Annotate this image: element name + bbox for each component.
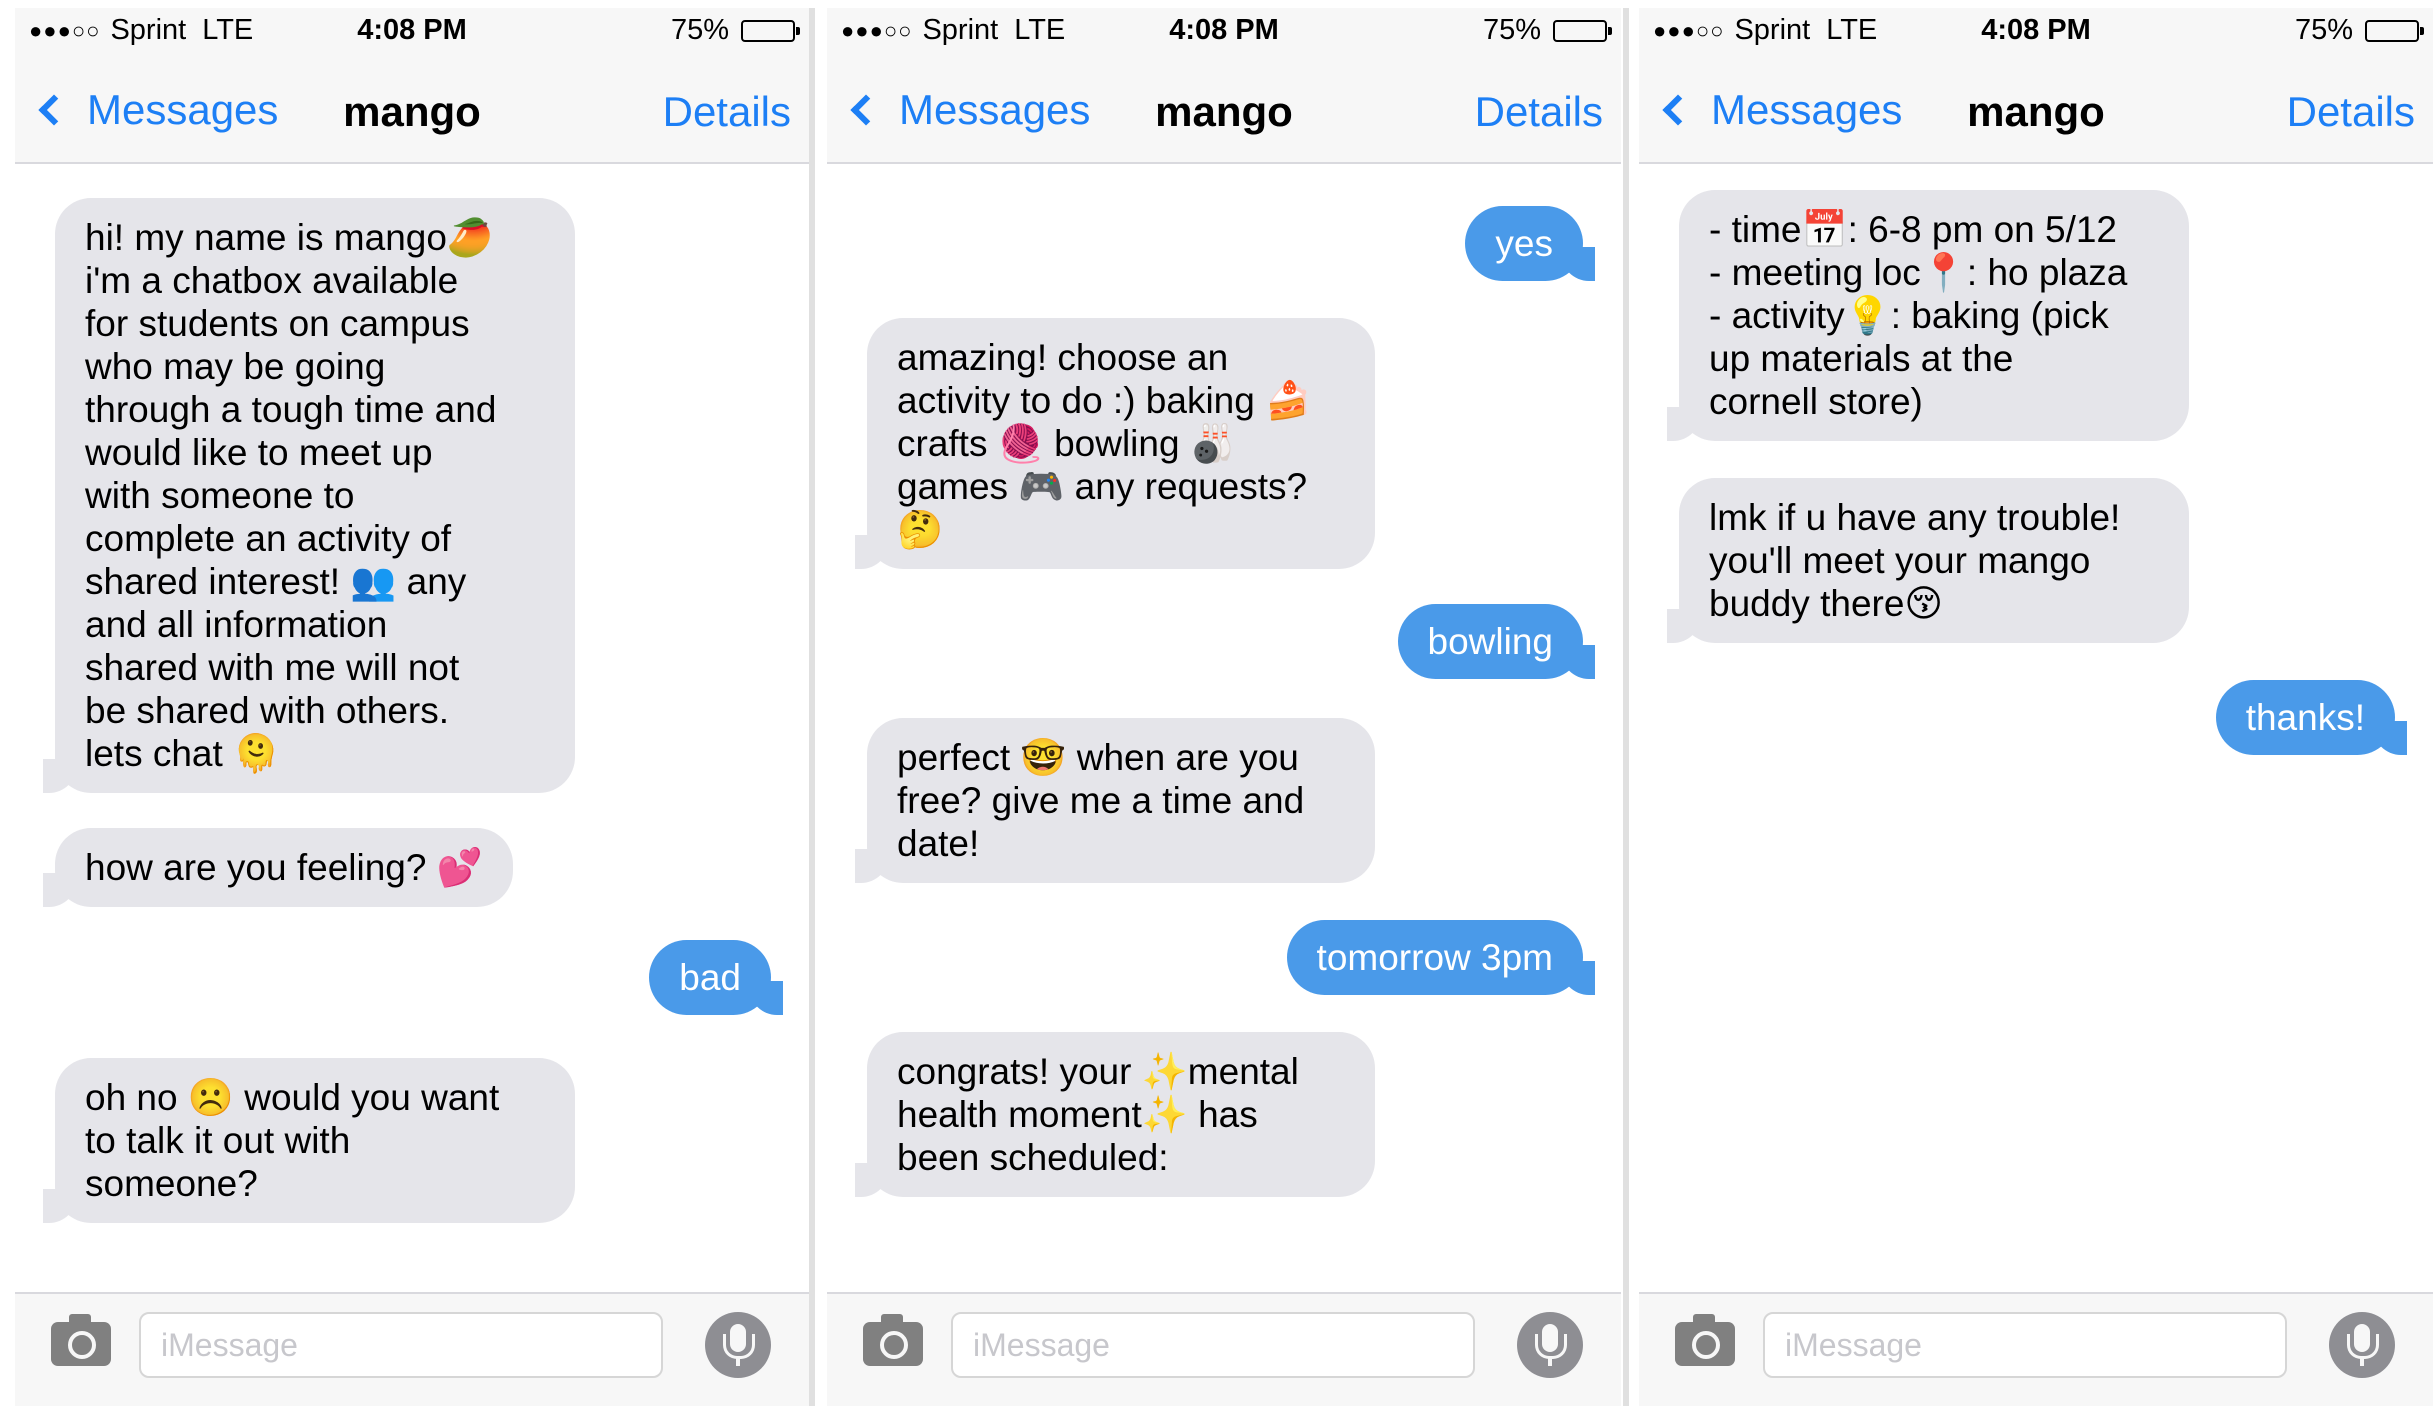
camera-icon[interactable] bbox=[863, 1314, 923, 1366]
battery-icon bbox=[1553, 19, 1612, 42]
compose-bar bbox=[15, 1292, 809, 1406]
back-label: Messages bbox=[1711, 86, 1903, 133]
message-bubble-outgoing: bad bbox=[649, 940, 783, 1015]
message-bubble-incoming: congrats! your ✨mental health moment✨ ha… bbox=[855, 1032, 1375, 1197]
chevron-left-icon bbox=[38, 94, 70, 126]
conversation-screen-1: ●●●○○ Sprint LTE 4:08 PM 75% Messages ma… bbox=[15, 8, 809, 1406]
panel-divider bbox=[1623, 8, 1629, 1406]
message-bubble-outgoing: tomorrow 3pm bbox=[1286, 920, 1596, 995]
message-bubble-incoming: lmk if u have any trouble! you'll meet y… bbox=[1667, 478, 2189, 643]
details-button[interactable]: Details bbox=[2287, 88, 2415, 136]
status-bar: ●●●○○ Sprint LTE 4:08 PM 75% bbox=[827, 8, 1621, 52]
compose-bar bbox=[827, 1292, 1621, 1406]
conversation-screen-2: ●●●○○ Sprint LTE 4:08 PM 75% Messages ma… bbox=[827, 8, 1621, 1406]
compose-bar bbox=[1639, 1292, 2433, 1406]
chevron-left-icon bbox=[1662, 94, 1694, 126]
microphone-button[interactable] bbox=[705, 1312, 771, 1378]
back-label: Messages bbox=[87, 86, 279, 133]
back-button[interactable]: Messages bbox=[845, 86, 1090, 134]
message-bubble-incoming: - time📅: 6-8 pm on 5/12 - meeting loc📍: … bbox=[1667, 190, 2189, 441]
message-bubble-incoming: hi! my name is mango🥭 i'm a chatbox avai… bbox=[43, 198, 575, 793]
camera-icon[interactable] bbox=[51, 1314, 111, 1366]
chevron-left-icon bbox=[850, 94, 882, 126]
status-bar: ●●●○○ Sprint LTE 4:08 PM 75% bbox=[15, 8, 809, 52]
message-input[interactable] bbox=[1763, 1312, 2287, 1378]
message-bubble-outgoing: bowling bbox=[1397, 604, 1596, 679]
battery-icon bbox=[741, 19, 800, 42]
battery-percent: 75% bbox=[2294, 14, 2353, 46]
battery-percent: 75% bbox=[1482, 14, 1541, 46]
message-bubble-outgoing: thanks! bbox=[2215, 680, 2408, 755]
microphone-icon bbox=[1535, 1324, 1567, 1366]
message-bubble-incoming: how are you feeling? 💕 bbox=[43, 828, 513, 907]
status-bar: ●●●○○ Sprint LTE 4:08 PM 75% bbox=[1639, 8, 2433, 52]
camera-icon[interactable] bbox=[1675, 1314, 1735, 1366]
details-button[interactable]: Details bbox=[663, 88, 791, 136]
microphone-button[interactable] bbox=[1517, 1312, 1583, 1378]
nav-bar: Messages mango Details bbox=[827, 52, 1621, 164]
back-button[interactable]: Messages bbox=[33, 86, 278, 134]
message-bubble-incoming: amazing! choose an activity to do :) bak… bbox=[855, 318, 1375, 569]
back-label: Messages bbox=[899, 86, 1091, 133]
microphone-icon bbox=[723, 1324, 755, 1366]
message-bubble-incoming: oh no ☹️ would you want to talk it out w… bbox=[43, 1058, 575, 1223]
battery-percent: 75% bbox=[670, 14, 729, 46]
message-input[interactable] bbox=[139, 1312, 663, 1378]
microphone-icon bbox=[2347, 1324, 2379, 1366]
conversation-screen-3: ●●●○○ Sprint LTE 4:08 PM 75% Messages ma… bbox=[1639, 8, 2433, 1406]
panel-divider bbox=[809, 8, 815, 1406]
nav-bar: Messages mango Details bbox=[1639, 52, 2433, 164]
details-button[interactable]: Details bbox=[1475, 88, 1603, 136]
battery-icon bbox=[2365, 19, 2424, 42]
message-bubble-outgoing: yes bbox=[1465, 206, 1595, 281]
message-bubble-incoming: perfect 🤓 when are you free? give me a t… bbox=[855, 718, 1375, 883]
nav-bar: Messages mango Details bbox=[15, 52, 809, 164]
message-input[interactable] bbox=[951, 1312, 1475, 1378]
microphone-button[interactable] bbox=[2329, 1312, 2395, 1378]
back-button[interactable]: Messages bbox=[1657, 86, 1902, 134]
